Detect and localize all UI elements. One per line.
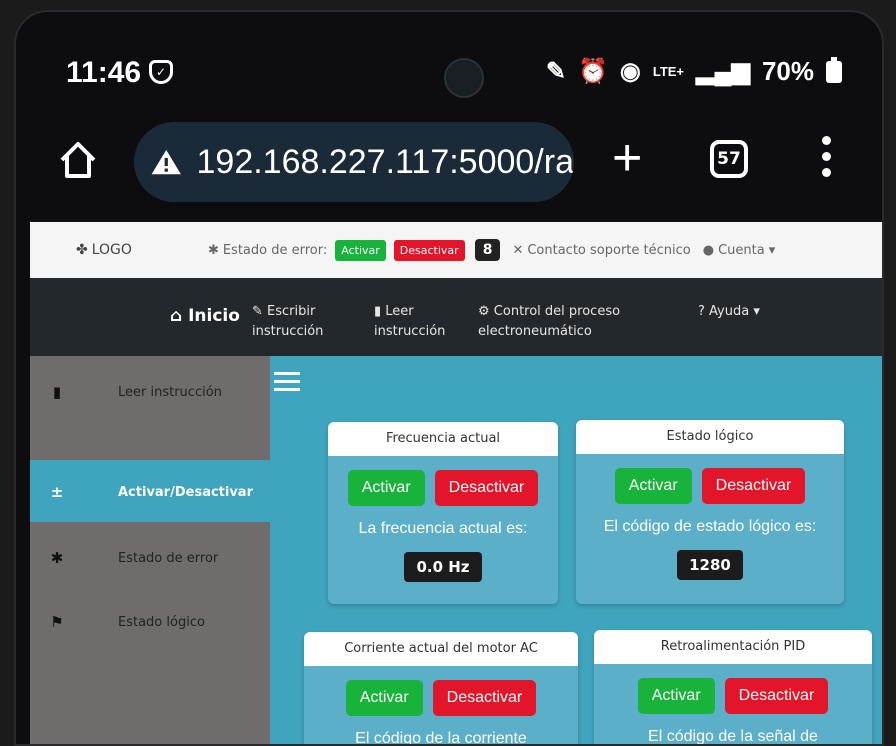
sidebar-item-logic-state[interactable]: ⚑ Estado lógico — [30, 592, 270, 652]
alarm-icon: ⏰ — [578, 58, 608, 85]
cogs-icon: ⚙ — [478, 304, 490, 319]
home-button[interactable] — [56, 138, 100, 182]
home-icon: ⌂ — [170, 306, 183, 326]
nav-write-label-2: instrucción — [252, 324, 324, 339]
url-text: 192.168.227.117:5000/ra — [196, 142, 575, 181]
edit-icon: ✎ — [252, 304, 263, 319]
card-description: El código de la señal de — [648, 728, 818, 745]
network-type: LTE+ — [652, 63, 685, 79]
battery-icon — [826, 56, 842, 83]
main-navbar: ⌂ Inicio ✎ Escribir instrucción ▮ Leer i… — [30, 278, 882, 356]
card-motor-current: Corriente actual del motor AC Activar De… — [304, 632, 578, 746]
file-icon: ▮ — [374, 304, 382, 319]
error-activate-button[interactable]: Activar — [335, 239, 386, 261]
puzzle-icon: ✤ — [76, 242, 88, 258]
error-deactivate-button[interactable]: Desactivar — [393, 239, 465, 261]
activate-button[interactable]: Activar — [345, 680, 423, 716]
activate-button[interactable]: Activar — [347, 470, 425, 506]
nav-write-label-1: Escribir — [267, 304, 316, 319]
nav-control-label-2: electroneumático — [478, 324, 592, 339]
error-state-label: Estado de error: — [222, 242, 328, 258]
card-title: Corriente actual del motor AC — [304, 632, 578, 666]
activate-button[interactable]: Activar — [637, 678, 715, 714]
card-title: Estado lógico — [576, 420, 844, 454]
nav-write-instruction[interactable]: ✎ Escribir instrucción — [252, 302, 323, 342]
logo[interactable]: ✤ LOGO — [76, 242, 132, 258]
new-tab-button[interactable]: + — [612, 132, 642, 184]
card-pid-feedback: Retroalimentación PID Activar Desactivar… — [594, 630, 872, 745]
card-description: El código de estado lógico es: — [603, 518, 817, 535]
shield-check-icon: ✓ — [149, 60, 173, 84]
sidebar-item-error-state[interactable]: ✱ Estado de error — [30, 528, 270, 588]
error-state-group: ✱ Estado de error: Activar Desactivar — [207, 239, 465, 261]
sidebar-item-activate-deactivate[interactable]: ± Activar/Desactivar — [30, 462, 270, 522]
sidebar-item-read-instruction[interactable]: ▮ Leer instrucción — [30, 362, 270, 422]
tab-switcher-button[interactable]: 57 — [710, 140, 748, 178]
tools-icon: ✕ — [512, 242, 524, 258]
deactivate-button[interactable]: Desactivar — [432, 680, 537, 716]
status-icons: ✎ ⏰ ◉ LTE+ ▂▄▆ 70% — [546, 56, 842, 87]
bug-icon: ✱ — [50, 549, 64, 567]
hotspot-icon: ◉ — [619, 58, 641, 85]
nav-read-label-1: Leer — [385, 304, 414, 319]
chevron-down-icon: ▾ — [768, 242, 776, 258]
browser-toolbar: 192.168.227.117:5000/ra + 57 — [16, 112, 882, 212]
phone-frame: 11:46 ✓ ✎ ⏰ ◉ LTE+ ▂▄▆ 70% 192.168.227.1… — [14, 10, 884, 746]
activate-button[interactable]: Activar — [614, 468, 692, 504]
nav-read-label-2: instrucción — [374, 324, 446, 339]
nav-help-dropdown[interactable]: ? Ayuda ▾ — [698, 302, 760, 322]
nav-process-control[interactable]: ⚙ Control del proceso electroneumático — [478, 302, 620, 342]
web-page: ✤ LOGO ✱ Estado de error: Activar Desact… — [30, 222, 882, 746]
card-logic-state: Estado lógico Activar Desactivar El códi… — [576, 420, 844, 604]
clock: 11:46 — [66, 56, 142, 89]
nav-home-label: Inicio — [188, 306, 240, 326]
top-navbar: ✤ LOGO ✱ Estado de error: Activar Desact… — [30, 222, 882, 278]
card-title: Retroalimentación PID — [594, 630, 872, 664]
signal-icon: ▂▄▆ — [696, 58, 750, 85]
logo-text: LOGO — [91, 242, 132, 258]
sidebar-toggle-button[interactable] — [274, 372, 300, 396]
support-link[interactable]: ✕ Contacto soporte técnico — [512, 243, 690, 258]
address-bar[interactable]: 192.168.227.117:5000/ra — [134, 122, 574, 202]
flag-icon: ⚑ — [50, 613, 64, 631]
nav-read-instruction[interactable]: ▮ Leer instrucción — [374, 302, 445, 342]
wireless-share-icon: ✎ — [545, 58, 566, 85]
nav-control-label-1: Control del proceso — [493, 304, 621, 319]
card-value: 0.0 Hz — [404, 552, 482, 582]
card-description: El código de la corriente — [355, 730, 527, 746]
sidebar: ▮ Leer instrucción ± Activar/Desactivar … — [30, 356, 270, 744]
deactivate-button[interactable]: Desactivar — [701, 468, 806, 504]
sidebar-item-label: Leer instrucción — [118, 384, 222, 400]
plus-minus-icon: ± — [50, 483, 64, 501]
deactivate-button[interactable]: Desactivar — [434, 470, 539, 506]
browser-menu-button[interactable] — [822, 136, 832, 184]
card-title: Frecuencia actual — [328, 422, 558, 456]
account-dropdown[interactable]: ● Cuenta ▾ — [703, 243, 776, 258]
sidebar-item-label: Activar/Desactivar — [118, 484, 253, 500]
sidebar-item-label: Estado lógico — [118, 614, 205, 630]
error-count-badge: 8 — [474, 239, 501, 261]
support-label: Contacto soporte técnico — [527, 242, 691, 258]
deactivate-button[interactable]: Desactivar — [724, 678, 829, 714]
nav-home[interactable]: ⌂ Inicio — [170, 306, 240, 326]
home-icon — [60, 142, 96, 178]
nav-help-label: ? Ayuda — [698, 304, 750, 319]
battery-level: 70% — [761, 56, 814, 86]
file-icon: ▮ — [52, 383, 62, 401]
card-value: 1280 — [677, 550, 743, 580]
card-current-frequency: Frecuencia actual Activar Desactivar La … — [328, 422, 558, 604]
bug-icon: ✱ — [207, 242, 219, 258]
front-camera — [444, 58, 484, 98]
user-icon: ● — [702, 242, 715, 258]
card-description: La frecuencia actual es: — [358, 520, 528, 537]
sidebar-item-label: Estado de error — [118, 550, 219, 566]
account-label: Cuenta — [718, 242, 765, 258]
warning-icon — [151, 149, 181, 175]
chevron-down-icon: ▾ — [753, 304, 760, 319]
